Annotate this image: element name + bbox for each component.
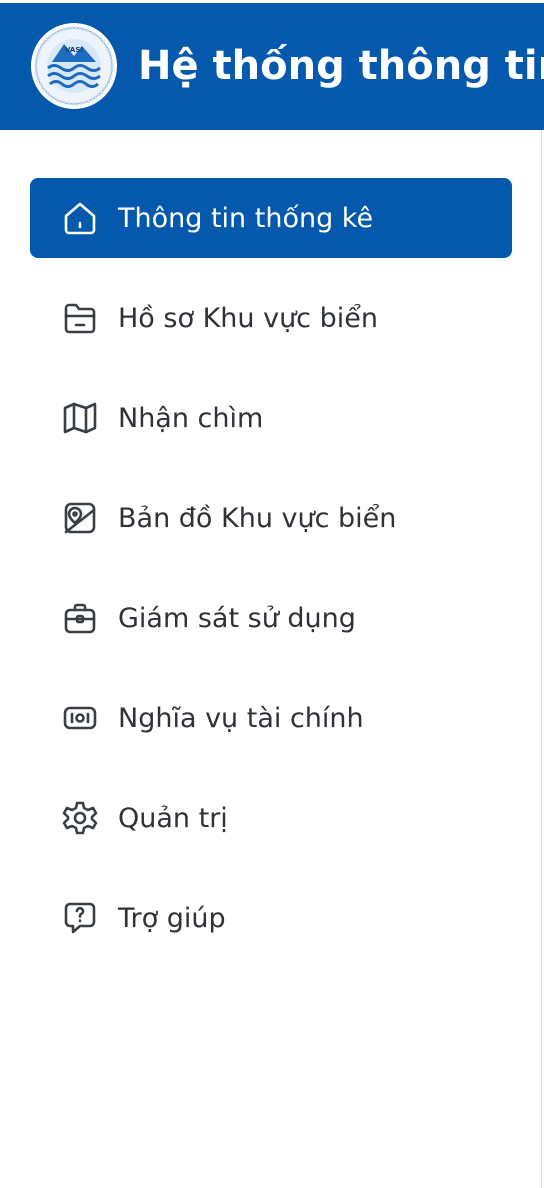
app-header: VASI Hệ thống thông tin <box>0 3 544 130</box>
briefcase-icon <box>60 598 100 638</box>
sidebar-item-usage-monitoring[interactable]: Giám sát sử dụng <box>30 578 512 658</box>
sidebar-item-label: Nhận chìm <box>118 402 264 434</box>
sidebar-item-label: Trợ giúp <box>118 902 226 934</box>
sidebar-item-administration[interactable]: Quản trị <box>30 778 512 858</box>
map-pin-icon <box>60 498 100 538</box>
sidebar-item-label: Quản trị <box>118 802 228 834</box>
logo-text: VASI <box>65 46 83 54</box>
sidebar-item-label: Bản đồ Khu vực biển <box>118 502 397 534</box>
sidebar-divider <box>541 130 542 1188</box>
sidebar-item-label: Nghĩa vụ tài chính <box>118 702 364 734</box>
sidebar-item-help[interactable]: Trợ giúp <box>30 878 512 958</box>
sidebar-item-financial-obligations[interactable]: Nghĩa vụ tài chính <box>30 678 512 758</box>
home-icon <box>60 198 100 238</box>
sidebar-item-dumping[interactable]: Nhận chìm <box>30 378 512 458</box>
folder-icon <box>60 298 100 338</box>
sidebar-item-sea-area-map[interactable]: Bản đồ Khu vực biển <box>30 478 512 558</box>
map-icon <box>60 398 100 438</box>
banknote-icon <box>60 698 100 738</box>
app-page: VASI Hệ thống thông tin Thông tin thống … <box>0 0 544 1188</box>
sidebar-item-label: Giám sát sử dụng <box>118 602 356 634</box>
logo[interactable]: VASI <box>30 22 118 110</box>
app-title: Hệ thống thông tin <box>138 43 544 89</box>
gear-icon <box>60 798 100 838</box>
sidebar-item-statistics[interactable]: Thông tin thống kê <box>30 178 512 258</box>
help-message-icon <box>60 898 100 938</box>
sidebar-item-sea-area-records[interactable]: Hồ sơ Khu vực biển <box>30 278 512 358</box>
sidebar-item-label: Thông tin thống kê <box>118 202 374 234</box>
sidebar-item-label: Hồ sơ Khu vực biển <box>118 302 378 334</box>
